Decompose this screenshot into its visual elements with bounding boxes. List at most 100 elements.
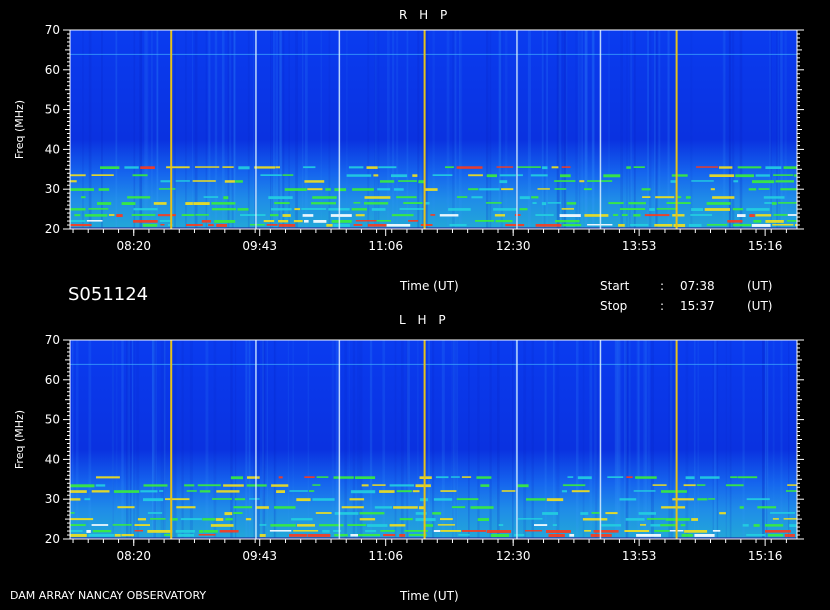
emission-band bbox=[519, 196, 530, 200]
observation-code: S051124 bbox=[68, 284, 149, 305]
emission-band bbox=[88, 534, 114, 537]
spectrogram-texture bbox=[253, 30, 255, 229]
emission-band bbox=[706, 224, 728, 226]
emission-band bbox=[350, 490, 376, 494]
emission-band bbox=[142, 224, 158, 227]
emission-band bbox=[91, 174, 114, 176]
emission-band bbox=[254, 166, 276, 169]
emission-band bbox=[95, 484, 106, 487]
x-tick-label: 09:43 bbox=[242, 549, 277, 563]
emission-band bbox=[649, 208, 655, 211]
emission-band bbox=[708, 498, 715, 500]
emission-band bbox=[773, 174, 794, 176]
emission-band bbox=[672, 214, 685, 217]
spectrogram-texture bbox=[527, 30, 531, 229]
emission-band bbox=[691, 208, 703, 211]
spectrogram-texture bbox=[668, 340, 671, 539]
y-axis-label: Freq (MHz) bbox=[13, 410, 26, 469]
emission-band bbox=[158, 188, 176, 190]
emission-band bbox=[70, 180, 77, 183]
emission-band bbox=[70, 220, 86, 222]
emission-band bbox=[555, 220, 580, 223]
emission-band bbox=[367, 224, 387, 227]
emission-band bbox=[619, 208, 646, 210]
emission-band bbox=[519, 208, 528, 211]
emission-band bbox=[349, 498, 365, 501]
emission-band bbox=[712, 530, 721, 532]
emission-band bbox=[727, 220, 743, 223]
emission-band bbox=[777, 202, 797, 204]
emission-band bbox=[425, 188, 438, 191]
emission-band bbox=[256, 506, 269, 509]
emission-band bbox=[374, 506, 393, 509]
emission-band bbox=[86, 220, 103, 222]
emission-band bbox=[681, 534, 693, 537]
emission-band bbox=[84, 498, 91, 501]
spectrogram-texture bbox=[387, 30, 390, 229]
spectrogram-texture bbox=[566, 30, 568, 229]
emission-band bbox=[412, 174, 418, 177]
emission-band bbox=[704, 208, 730, 211]
emission-band bbox=[308, 490, 315, 492]
emission-band bbox=[212, 498, 232, 500]
emission-band bbox=[70, 524, 86, 526]
emission-band bbox=[376, 220, 391, 222]
emission-band bbox=[514, 214, 521, 216]
spectrogram-texture bbox=[257, 340, 260, 539]
emission-band bbox=[765, 530, 791, 533]
spectrogram-texture bbox=[150, 30, 153, 229]
emission-band bbox=[479, 188, 500, 191]
spectrogram-texture bbox=[788, 340, 790, 539]
emission-band bbox=[86, 530, 91, 533]
emission-band bbox=[518, 518, 543, 520]
emission-band bbox=[561, 490, 567, 493]
emission-band bbox=[124, 166, 139, 169]
emission-band bbox=[486, 174, 497, 178]
emission-band bbox=[646, 518, 666, 520]
emission-band bbox=[233, 506, 252, 509]
emission-band bbox=[751, 224, 771, 227]
emission-band bbox=[386, 224, 411, 227]
emission-band bbox=[361, 484, 369, 487]
emission-band bbox=[684, 530, 708, 533]
emission-band bbox=[271, 484, 289, 487]
spectrogram-texture bbox=[192, 30, 193, 229]
emission-band bbox=[116, 214, 123, 217]
emission-band bbox=[468, 188, 479, 191]
emission-band bbox=[772, 224, 794, 226]
spectrogram-texture bbox=[406, 340, 410, 539]
spectrogram-texture bbox=[576, 340, 579, 539]
emission-band bbox=[765, 524, 784, 527]
x-tick-label: 08:20 bbox=[116, 549, 151, 563]
emission-band bbox=[593, 530, 619, 533]
emission-band bbox=[303, 166, 316, 169]
spectrogram-texture bbox=[292, 340, 294, 539]
emission-band bbox=[607, 476, 624, 478]
spectrogram-texture bbox=[669, 340, 673, 539]
emission-band bbox=[619, 498, 637, 501]
spectrogram-texture bbox=[173, 30, 176, 229]
emission-band bbox=[215, 518, 224, 521]
emission-band bbox=[276, 490, 285, 493]
spectrogram-texture bbox=[577, 30, 581, 229]
spectrogram-texture bbox=[393, 30, 395, 229]
emission-band bbox=[688, 224, 702, 227]
emission-band bbox=[224, 512, 233, 516]
lhp-panel: 20 30 40 50 60 70 08:20 09:43 11:06 12:30 13:53 15:… bbox=[13, 333, 804, 563]
spectrogram-texture bbox=[156, 30, 159, 229]
emission-band bbox=[97, 202, 112, 205]
emission-band bbox=[192, 180, 216, 182]
emission-band bbox=[270, 524, 296, 527]
emission-band bbox=[700, 476, 720, 479]
spectrogram-texture bbox=[716, 340, 719, 539]
emission-band bbox=[408, 220, 419, 222]
spectrogram-texture bbox=[531, 340, 534, 539]
emission-band bbox=[650, 524, 661, 527]
spectrogram-texture bbox=[589, 340, 593, 539]
emission-band bbox=[245, 518, 252, 521]
emission-band bbox=[524, 530, 543, 532]
spectrogram-texture bbox=[72, 340, 74, 539]
emission-band bbox=[331, 220, 352, 223]
spectrogram-texture bbox=[486, 30, 489, 229]
rhp-panel: 20 30 40 50 60 70 08:20 09:43 11:06 12:30 13:53 15:… bbox=[13, 23, 804, 253]
